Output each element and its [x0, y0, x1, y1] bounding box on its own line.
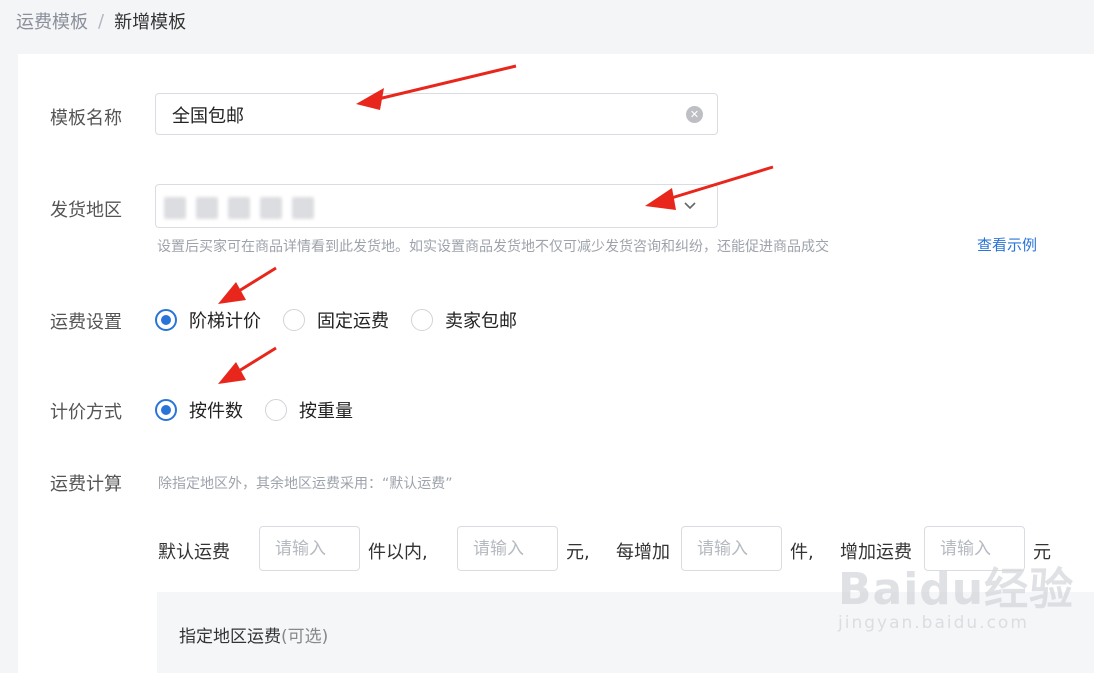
default-count-field[interactable] — [260, 527, 359, 570]
default-fee-label: 默认运费 — [158, 542, 230, 563]
add-count-input[interactable] — [681, 526, 782, 571]
radio-label: 按重量 — [299, 401, 353, 422]
freight-calc-note: 除指定地区外，其余地区运费采用：“默认运费” — [158, 476, 453, 492]
add-count-field[interactable] — [682, 527, 781, 570]
view-example-link[interactable]: 查看示例 — [977, 234, 1037, 255]
radio-button[interactable] — [155, 309, 177, 331]
template-name-label: 模板名称 — [50, 108, 122, 129]
radio-option-free-shipping[interactable]: 卖家包邮 — [411, 307, 517, 333]
ship-region-label: 发货地区 — [50, 200, 122, 221]
blurred-region-text — [260, 197, 282, 219]
close-circle-icon[interactable]: ✕ — [686, 106, 703, 123]
pricing-method-radio-group: 按件数 按重量 — [155, 397, 375, 423]
watermark-url: jingyan.baidu.com — [838, 613, 1029, 633]
template-name-input[interactable]: 全国包邮 ✕ — [155, 93, 718, 135]
default-count-input[interactable] — [259, 526, 360, 571]
radio-button[interactable] — [283, 309, 305, 331]
freight-setting-radio-group: 阶梯计价 固定运费 卖家包邮 — [155, 307, 539, 333]
piece-label: 件, — [790, 542, 814, 563]
region-fee-title: 指定地区运费(可选) — [179, 622, 328, 647]
radio-label: 卖家包邮 — [445, 311, 517, 332]
default-fee-field[interactable] — [458, 527, 557, 570]
region-fee-optional: (可选) — [281, 627, 329, 647]
within-count-label: 件以内, — [368, 542, 428, 563]
breadcrumb-parent-link[interactable]: 运费模板 — [16, 8, 88, 34]
radio-option-fixed[interactable]: 固定运费 — [283, 307, 389, 333]
freight-calc-label: 运费计算 — [50, 474, 122, 495]
radio-button[interactable] — [155, 399, 177, 421]
radio-label: 固定运费 — [317, 311, 389, 332]
radio-option-by-count[interactable]: 按件数 — [155, 397, 243, 423]
template-name-value: 全国包邮 — [172, 106, 244, 127]
pricing-method-label: 计价方式 — [50, 402, 122, 423]
radio-button[interactable] — [411, 309, 433, 331]
radio-button[interactable] — [265, 399, 287, 421]
baidu-jingyan-watermark: Baidu经验 jingyan.baidu.com — [838, 553, 1074, 633]
radio-label: 阶梯计价 — [189, 311, 261, 332]
each-add-label: 每增加 — [616, 542, 670, 563]
radio-option-by-weight[interactable]: 按重量 — [265, 397, 353, 423]
radio-label: 按件数 — [189, 401, 243, 422]
ship-region-help: 设置后买家可在商品详情看到此发货地。如实设置商品发货地不仅可减少发货咨询和纠纷，… — [157, 239, 829, 255]
blurred-region-text — [292, 197, 314, 219]
watermark-logo: Baidu经验 — [838, 564, 1075, 615]
blurred-region-text — [164, 197, 186, 219]
region-fee-title-text: 指定地区运费 — [179, 627, 281, 647]
chevron-down-icon[interactable] — [681, 196, 699, 214]
ship-region-select[interactable] — [155, 184, 718, 228]
radio-option-tiered[interactable]: 阶梯计价 — [155, 307, 261, 333]
breadcrumb-current: 新增模板 — [114, 12, 187, 33]
breadcrumb-separator: / — [98, 10, 105, 32]
blurred-region-text — [196, 197, 218, 219]
freight-setting-label: 运费设置 — [50, 312, 122, 333]
yuan-label: 元, — [566, 542, 590, 563]
blurred-region-text — [228, 197, 250, 219]
default-fee-input[interactable] — [457, 526, 558, 571]
breadcrumb: 运费模板 / 新增模板 — [16, 8, 186, 34]
